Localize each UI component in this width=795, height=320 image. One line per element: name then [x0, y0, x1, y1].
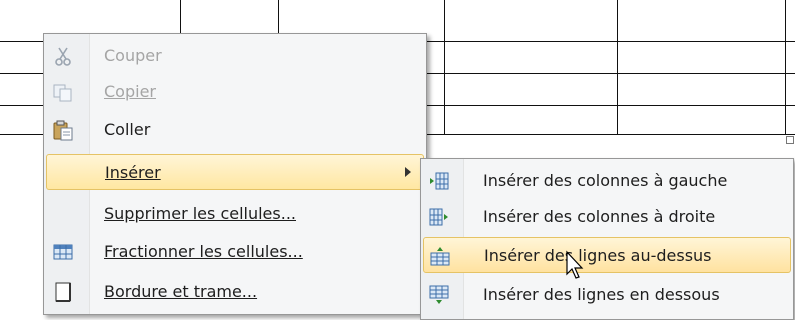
paste-icon	[52, 119, 74, 141]
menu-item-label: Coller	[104, 120, 151, 139]
copy-icon	[52, 81, 74, 103]
submenu-item-label: Insérer des lignes en dessous	[483, 285, 720, 304]
table-border-line	[444, 0, 445, 135]
insert-column-right-icon	[428, 206, 450, 228]
menu-item-delete-cells[interactable]: Supprimer les cellules...	[46, 196, 424, 232]
menu-item-paste[interactable]: Coller	[46, 112, 424, 148]
insert-row-below-icon	[428, 284, 450, 306]
menu-item-label: Bordure et trame...	[104, 282, 258, 301]
insert-submenu: Insérer des colonnes à gauche Insérer de…	[420, 158, 794, 320]
submenu-item-label: Insérer des colonnes à gauche	[483, 171, 728, 190]
split-cells-icon	[52, 241, 74, 263]
insert-column-left-icon	[428, 170, 450, 192]
menu-item-label: Fractionner les cellules...	[104, 242, 303, 261]
submenu-item-insert-rows-above[interactable]: Insérer des lignes au-dessus	[423, 237, 791, 273]
menu-item-label: Couper	[104, 46, 162, 65]
table-border-line	[617, 0, 618, 135]
submenu-item-insert-columns-right[interactable]: Insérer des colonnes à droite	[423, 199, 791, 235]
menu-item-split-cells[interactable]: Fractionner les cellules...	[46, 234, 424, 270]
menu-item-label: Insérer	[105, 163, 161, 182]
submenu-item-label: Insérer des lignes au-dessus	[484, 246, 712, 265]
submenu-item-label: Insérer des colonnes à droite	[483, 207, 716, 226]
table-border-line	[785, 0, 786, 135]
submenu-item-insert-rows-below[interactable]: Insérer des lignes en dessous	[423, 277, 791, 313]
submenu-arrow-icon	[405, 167, 411, 177]
menu-item-borders[interactable]: Bordure et trame...	[46, 274, 424, 310]
insert-row-above-icon	[429, 245, 451, 267]
menu-item-label: Copier	[104, 82, 156, 101]
scissors-icon	[52, 45, 74, 67]
mouse-pointer-icon	[565, 250, 587, 282]
menu-item-copy[interactable]: Copier	[46, 74, 424, 110]
menu-item-label: Supprimer les cellules...	[104, 204, 296, 223]
menu-item-insert[interactable]: Insérer	[46, 154, 424, 190]
submenu-item-insert-columns-left[interactable]: Insérer des colonnes à gauche	[423, 163, 791, 199]
table-resize-handle[interactable]	[786, 136, 794, 144]
menu-item-cut[interactable]: Couper	[46, 38, 424, 74]
border-icon	[52, 281, 74, 303]
context-menu: Couper Copier Coller Insérer Supprimer l	[43, 33, 427, 315]
